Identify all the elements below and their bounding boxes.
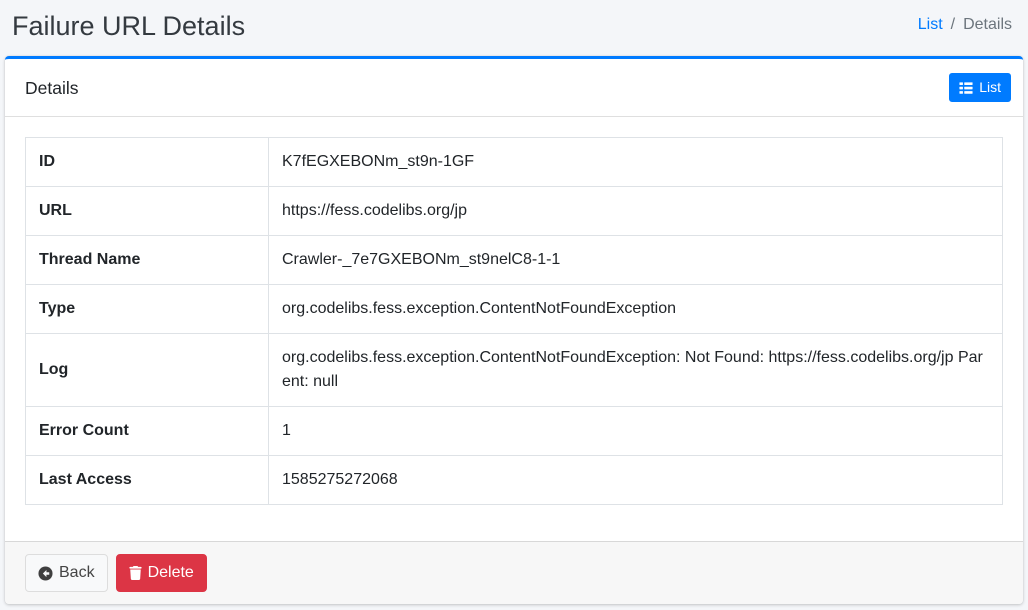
table-row: ID K7fEGXEBONm_st9n-1GF bbox=[26, 138, 1003, 187]
detail-value: 1 bbox=[269, 407, 1003, 456]
detail-label: Type bbox=[26, 285, 269, 334]
detail-value: 1585275272068 bbox=[269, 456, 1003, 505]
list-button[interactable]: List bbox=[949, 73, 1011, 102]
table-row: URL https://fess.codelibs.org/jp bbox=[26, 187, 1003, 236]
card-footer: Back Delete bbox=[5, 541, 1023, 604]
detail-value: https://fess.codelibs.org/jp bbox=[269, 187, 1003, 236]
detail-value: org.codelibs.fess.exception.ContentNotFo… bbox=[269, 285, 1003, 334]
detail-label: Last Access bbox=[26, 456, 269, 505]
detail-value: Crawler-_7e7GXEBONm_st9nelC8-1-1 bbox=[269, 236, 1003, 285]
breadcrumb: List / Details bbox=[918, 10, 1012, 34]
delete-button[interactable]: Delete bbox=[116, 554, 207, 592]
details-card: Details List ID K7fEGXEBONm_st9n-1GF URL bbox=[5, 56, 1023, 604]
card-header: Details List bbox=[5, 59, 1023, 117]
details-table: ID K7fEGXEBONm_st9n-1GF URL https://fess… bbox=[25, 137, 1003, 505]
table-row: Log org.codelibs.fess.exception.ContentN… bbox=[26, 334, 1003, 407]
detail-label: Log bbox=[26, 334, 269, 407]
detail-label: ID bbox=[26, 138, 269, 187]
table-row: Thread Name Crawler-_7e7GXEBONm_st9nelC8… bbox=[26, 236, 1003, 285]
list-button-label: List bbox=[979, 77, 1001, 98]
trash-icon bbox=[129, 566, 142, 580]
arrow-circle-left-icon bbox=[38, 566, 53, 581]
delete-button-label: Delete bbox=[148, 561, 194, 585]
breadcrumb-link-list[interactable]: List bbox=[918, 16, 943, 34]
table-row: Error Count 1 bbox=[26, 407, 1003, 456]
detail-label: Error Count bbox=[26, 407, 269, 456]
th-list-icon bbox=[959, 81, 973, 95]
card-title: Details bbox=[25, 75, 79, 101]
detail-label: URL bbox=[26, 187, 269, 236]
detail-label: Thread Name bbox=[26, 236, 269, 285]
back-button-label: Back bbox=[59, 561, 95, 585]
card-body: ID K7fEGXEBONm_st9n-1GF URL https://fess… bbox=[5, 117, 1023, 541]
content-header: Failure URL Details List / Details bbox=[0, 0, 1028, 56]
page-title: Failure URL Details bbox=[12, 10, 245, 42]
breadcrumb-current: Details bbox=[963, 16, 1012, 34]
back-button[interactable]: Back bbox=[25, 554, 108, 592]
detail-value: org.codelibs.fess.exception.ContentNotFo… bbox=[269, 334, 1003, 407]
table-row: Last Access 1585275272068 bbox=[26, 456, 1003, 505]
breadcrumb-separator: / bbox=[951, 16, 955, 34]
table-row: Type org.codelibs.fess.exception.Content… bbox=[26, 285, 1003, 334]
detail-value: K7fEGXEBONm_st9n-1GF bbox=[269, 138, 1003, 187]
